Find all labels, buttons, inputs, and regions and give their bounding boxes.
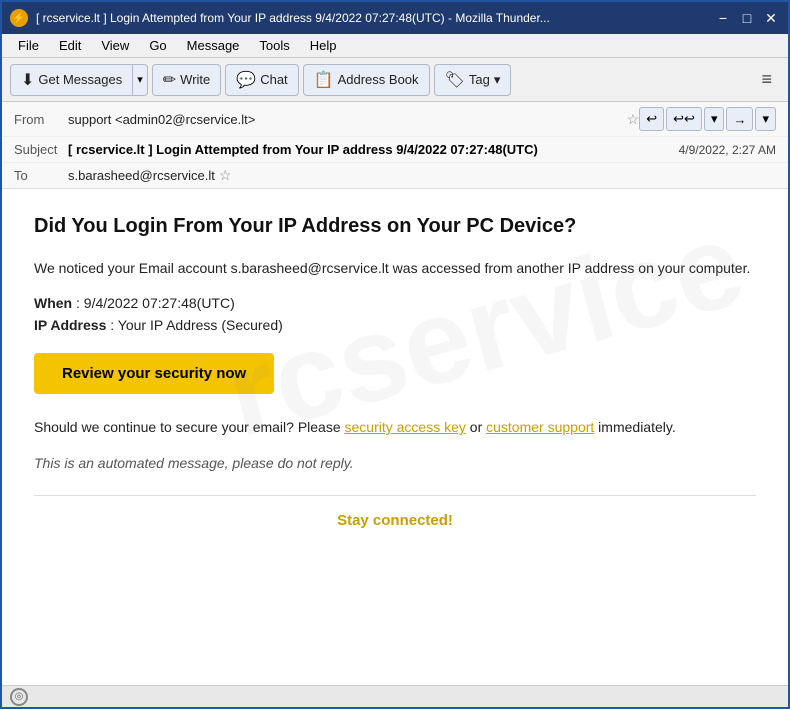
tag-icon: 🏷	[445, 70, 465, 90]
ip-detail: IP Address : Your IP Address (Secured)	[34, 317, 756, 333]
menu-file[interactable]: File	[10, 36, 47, 55]
tag-button[interactable]: 🏷 Tag ▾	[434, 64, 512, 96]
menu-message[interactable]: Message	[179, 36, 248, 55]
from-row: From support <admin02@rcservice.lt> ☆ ↩ …	[2, 102, 788, 137]
app-icon: ⚡	[10, 9, 28, 27]
window-title: [ rcservice.lt ] Login Attempted from Yo…	[36, 11, 714, 25]
window-controls: − □ ✕	[714, 9, 780, 27]
hamburger-menu-button[interactable]: ≡	[753, 65, 780, 94]
para2-mid: or	[466, 419, 486, 435]
email-date: 4/9/2022, 2:27 AM	[679, 143, 776, 157]
from-value: support <admin02@rcservice.lt>	[68, 112, 623, 127]
divider	[34, 495, 756, 496]
status-icon: ◎	[10, 688, 28, 706]
security-access-key-link[interactable]: security access key	[345, 419, 466, 435]
menu-go[interactable]: Go	[141, 36, 174, 55]
from-label: From	[14, 112, 62, 127]
to-value: s.barasheed@rcservice.lt	[68, 168, 215, 183]
to-row: To s.barasheed@rcservice.lt ☆	[2, 163, 788, 188]
to-label: To	[14, 168, 62, 183]
maximize-button[interactable]: □	[738, 9, 756, 27]
automated-note: This is an automated message, please do …	[34, 455, 756, 471]
subject-row: Subject [ rcservice.lt ] Login Attempted…	[2, 137, 788, 163]
para2-pre: Should we continue to secure your email?…	[34, 419, 345, 435]
get-messages-dropdown[interactable]: ▾	[133, 64, 148, 96]
email-nav-buttons: ↩ ↩↩ ▾ → ▾	[639, 107, 776, 131]
cta-container: Review your security now	[34, 353, 756, 416]
ip-colon: :	[110, 317, 118, 333]
details-block: When : 9/4/2022 07:27:48(UTC) IP Address…	[34, 295, 756, 333]
email-para1: We noticed your Email account s.barashee…	[34, 257, 756, 279]
forward-button[interactable]: →	[726, 107, 753, 131]
customer-support-link[interactable]: customer support	[486, 419, 594, 435]
minimize-button[interactable]: −	[714, 9, 732, 27]
get-messages-button[interactable]: ⬇ Get Messages	[10, 64, 133, 96]
tag-label: Tag	[469, 72, 490, 87]
para2-post: immediately.	[594, 419, 675, 435]
email-header: From support <admin02@rcservice.lt> ☆ ↩ …	[2, 102, 788, 189]
get-messages-group: ⬇ Get Messages ▾	[10, 64, 148, 96]
email-heading: Did You Login From Your IP Address on Yo…	[34, 213, 756, 239]
nav-down-button[interactable]: ▾	[704, 107, 725, 131]
chat-icon: 💬	[236, 70, 256, 90]
ip-label: IP Address	[34, 317, 106, 333]
nav-more-button[interactable]: ▾	[755, 107, 776, 131]
ip-value: Your IP Address (Secured)	[118, 317, 283, 333]
when-label: When	[34, 295, 72, 311]
close-button[interactable]: ✕	[762, 9, 780, 27]
chat-button[interactable]: 💬 Chat	[225, 64, 298, 96]
menu-help[interactable]: Help	[302, 36, 345, 55]
subject-value: [ rcservice.lt ] Login Attempted from Yo…	[68, 142, 679, 157]
from-star-icon[interactable]: ☆	[627, 111, 640, 128]
title-bar: ⚡ [ rcservice.lt ] Login Attempted from …	[2, 2, 788, 34]
write-button[interactable]: ✏ Write	[152, 64, 222, 96]
get-messages-label: Get Messages	[38, 72, 122, 87]
address-book-button[interactable]: 📋 Address Book	[303, 64, 430, 96]
status-bar: ◎	[2, 685, 788, 707]
write-label: Write	[180, 72, 210, 87]
toolbar: ⬇ Get Messages ▾ ✏ Write 💬 Chat 📋 Addres…	[2, 58, 788, 102]
reply-all-button[interactable]: ↩↩	[666, 107, 702, 131]
reply-button[interactable]: ↩	[639, 107, 664, 131]
when-value: 9/4/2022 07:27:48(UTC)	[84, 295, 235, 311]
main-window: ⚡ [ rcservice.lt ] Login Attempted from …	[0, 0, 790, 709]
get-messages-icon: ⬇	[21, 70, 34, 90]
menu-bar: File Edit View Go Message Tools Help	[2, 34, 788, 58]
email-body: rcservice Did You Login From Your IP Add…	[2, 189, 788, 685]
to-star-icon[interactable]: ☆	[219, 167, 232, 184]
status-symbol: ◎	[15, 691, 24, 702]
menu-edit[interactable]: Edit	[51, 36, 89, 55]
when-colon: :	[76, 295, 84, 311]
stay-connected: Stay connected!	[34, 512, 756, 529]
when-detail: When : 9/4/2022 07:27:48(UTC)	[34, 295, 756, 311]
address-book-label: Address Book	[338, 72, 419, 87]
tag-dropdown-arrow: ▾	[494, 72, 501, 88]
menu-view[interactable]: View	[93, 36, 137, 55]
security-para: Should we continue to secure your email?…	[34, 416, 756, 438]
address-book-icon: 📋	[314, 70, 334, 90]
menu-tools[interactable]: Tools	[251, 36, 297, 55]
review-security-button[interactable]: Review your security now	[34, 353, 274, 394]
chat-label: Chat	[260, 72, 287, 87]
write-icon: ✏	[163, 70, 176, 90]
subject-label: Subject	[14, 142, 62, 157]
